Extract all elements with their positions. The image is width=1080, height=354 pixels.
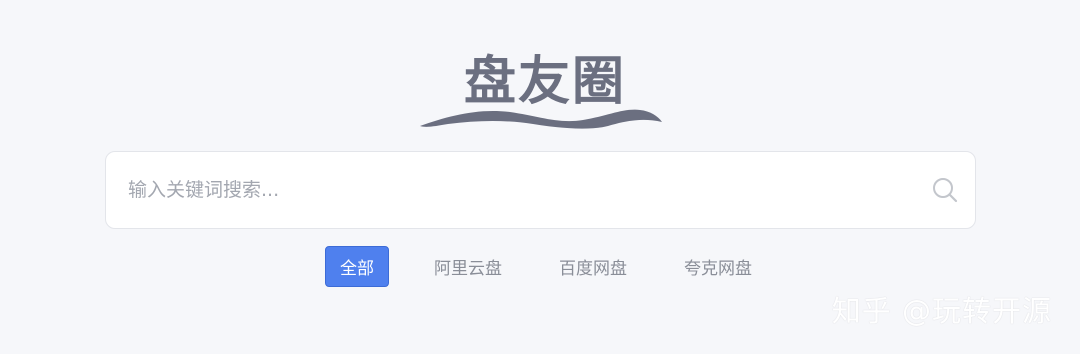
tab-all[interactable]: 全部 xyxy=(325,246,389,287)
page: 盘友圈 全部 阿里云盘 百度网盘 夸克网盘 知乎 @玩转开源 xyxy=(0,0,1080,354)
search-bar xyxy=(105,151,976,229)
cloud-filter-tabs: 全部 阿里云盘 百度网盘 夸克网盘 xyxy=(325,246,797,287)
search-icon xyxy=(933,178,958,203)
site-logo[interactable]: 盘友圈 xyxy=(418,50,664,130)
search-button[interactable] xyxy=(915,152,975,228)
watermark: 知乎 @玩转开源 xyxy=(831,294,1052,328)
logo-wave-icon xyxy=(420,109,662,129)
tab-quark[interactable]: 夸克网盘 xyxy=(672,246,764,287)
search-input[interactable] xyxy=(106,152,915,228)
tab-aliyun[interactable]: 阿里云盘 xyxy=(422,246,514,287)
tab-baidu[interactable]: 百度网盘 xyxy=(547,246,639,287)
